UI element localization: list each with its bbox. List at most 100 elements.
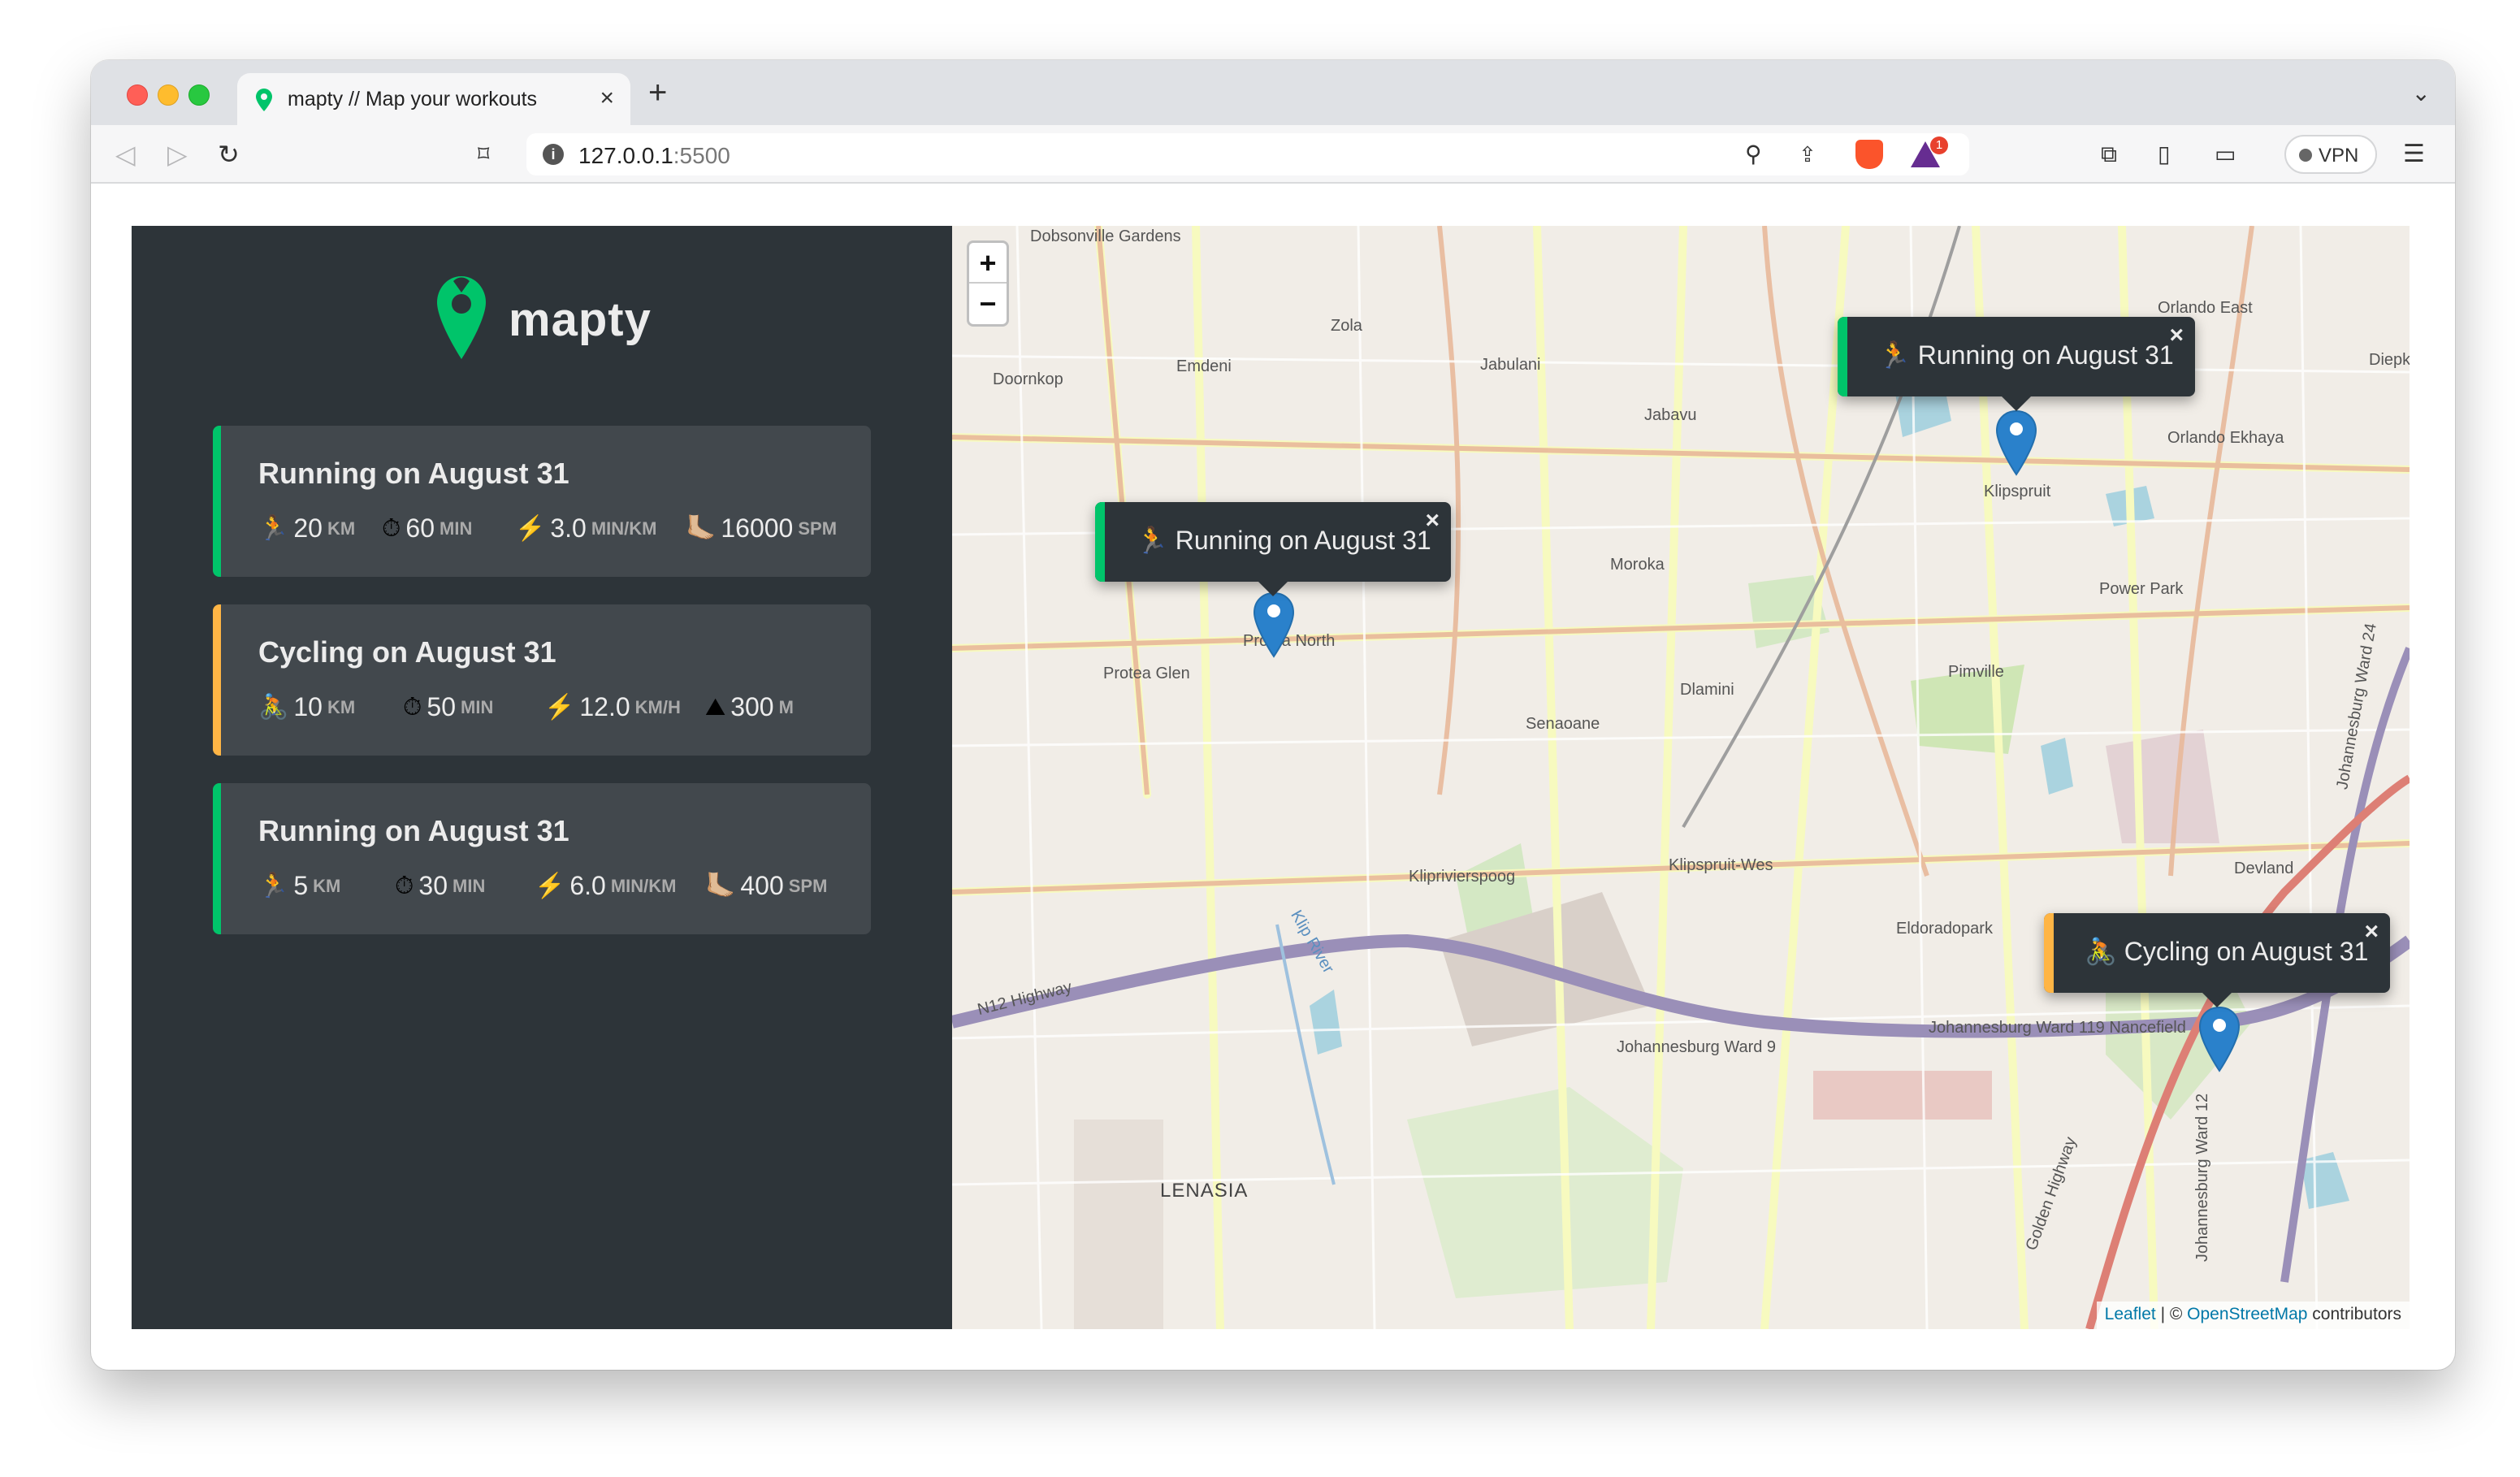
map-label: Jabavu [1644, 406, 1697, 424]
popup-text: 🚴 Cycling on August 31 [2085, 937, 2369, 966]
map-label: Johannesburg Ward 119 Nancefield [1929, 1019, 2186, 1037]
workout-popup-running[interactable]: 🏃 Running on August 31 × [1095, 502, 1451, 596]
popup-close-icon[interactable]: × [2169, 322, 2184, 349]
mountain-icon: ⛰ [705, 693, 726, 721]
reload-icon[interactable]: ↻ [218, 138, 240, 171]
workout-distance: 🏃 5 km [258, 871, 341, 900]
vpn-label: VPN [2319, 145, 2359, 167]
logo-text: mapty [509, 293, 652, 346]
url-text[interactable]: 127.0.0.1:5500 [578, 143, 730, 169]
map-label: Johannesburg Ward 9 [1617, 1038, 1777, 1056]
workout-title: Running on August 31 [258, 814, 569, 847]
map-label: Orlando Ekhaya [2167, 429, 2284, 447]
leaflet-link[interactable]: Leaflet [2105, 1305, 2156, 1323]
lightning-icon: ⚡️ [535, 873, 565, 899]
lightning-icon: ⚡️ [515, 515, 546, 542]
map[interactable]: Dobsonville Gardens Zola Emdeni Doornkop… [952, 226, 2410, 1329]
workout-type-stripe [213, 783, 221, 934]
workout-type-stripe [213, 426, 221, 577]
zoom-out-button[interactable]: − [969, 284, 1007, 324]
workout-type-stripe [213, 604, 221, 756]
workout-duration: ⏱ 50 min [403, 692, 494, 721]
openstreetmap-link[interactable]: OpenStreetMap [2187, 1305, 2307, 1323]
map-attribution: Leaflet | © OpenStreetMap contributors [2096, 1302, 2410, 1329]
stopwatch-icon: ⏱ [382, 514, 401, 542]
new-tab-button[interactable]: + [648, 75, 667, 110]
cyclist-icon: 🚴 [258, 694, 289, 721]
sidebar: mapty Running on August 31 🏃 20 km ⏱ 60 min … [132, 226, 952, 1329]
zoom-in-button[interactable]: + [969, 243, 1007, 284]
minimize-window-button[interactable] [158, 84, 179, 106]
workout-card-running[interactable]: Running on August 31 🏃 5 km ⏱ 30 min ⚡️ 6.0 mi… [213, 783, 871, 934]
map-label: Zola [1331, 317, 1362, 335]
alert-count-badge: 1 [1930, 136, 1948, 154]
bookmark-icon[interactable]: ⌑ [478, 138, 489, 171]
workout-pace: ⚡️ 6.0 min/km [535, 871, 677, 900]
mapty-logo: mapty [435, 275, 679, 364]
workout-card-running[interactable]: Running on August 31 🏃 20 km ⏱ 60 min ⚡️ 3.0 m… [213, 426, 871, 577]
popup-type-stripe [1095, 502, 1105, 582]
map-marker-icon[interactable] [1995, 409, 2037, 476]
workout-elevation: ⛰ 300 m [705, 692, 794, 721]
tab-mapty[interactable]: mapty // Map your workouts × [237, 73, 630, 125]
map-marker-icon[interactable] [1253, 591, 1295, 658]
brave-shield-icon[interactable] [1855, 140, 1883, 169]
close-window-button[interactable] [127, 84, 148, 106]
wallet-icon[interactable]: ▭ [2215, 138, 2236, 171]
map-label: Doornkop [993, 370, 1063, 388]
workout-popup-running[interactable]: 🏃 Running on August 31 × [1838, 317, 2195, 411]
popup-tip [1258, 582, 1288, 596]
tab-close-icon[interactable]: × [600, 84, 614, 112]
sidebar-toggle-icon[interactable]: ▯ [2158, 138, 2170, 171]
lightning-icon: ⚡️ [544, 694, 575, 721]
workout-cadence: 🦶🏼 400 spm [705, 871, 828, 900]
workout-popup-cycling[interactable]: 🚴 Cycling on August 31 × [2044, 913, 2390, 1007]
workout-card-cycling[interactable]: Cycling on August 31 🚴 10 km ⏱ 50 min ⚡️ 12.0… [213, 604, 871, 756]
address-bar[interactable]: i 127.0.0.1:5500 ⚲ ⇪ 1 [526, 133, 1969, 175]
location-pin-icon[interactable]: ⚲ [1745, 138, 1762, 171]
stopwatch-icon: ⏱ [395, 872, 414, 899]
map-label: Kliprivierspoog [1409, 868, 1516, 886]
workout-title: Cycling on August 31 [258, 635, 556, 669]
map-label: Senaoane [1526, 715, 1600, 733]
map-label: Jabulani [1480, 356, 1541, 374]
map-label: LENASIA [1160, 1180, 1249, 1202]
menu-hamburger-icon[interactable]: ☰ [2403, 138, 2425, 171]
popup-close-icon[interactable]: × [2364, 918, 2379, 946]
site-info-icon[interactable]: i [543, 144, 564, 165]
popup-tip [2202, 993, 2232, 1007]
runner-icon: 🏃 [258, 515, 289, 542]
workout-speed: ⚡️ 12.0 km/h [544, 692, 681, 721]
map-marker-icon[interactable] [2198, 1006, 2241, 1072]
maximize-window-button[interactable] [188, 84, 210, 106]
tab-list-chevron-icon[interactable]: ⌄ [2412, 80, 2431, 106]
workout-distance: 🚴 10 km [258, 692, 356, 721]
back-arrow-icon[interactable]: ◁ [115, 138, 136, 171]
popup-close-icon[interactable]: × [1425, 507, 1440, 535]
map-label: Devland [2234, 860, 2294, 877]
zoom-control: + − [967, 240, 1009, 327]
vpn-button[interactable]: VPN [2284, 135, 2377, 174]
map-label: Protea Glen [1103, 665, 1190, 682]
browser-toolbar: ◁ ▷ ↻ ⌑ i 127.0.0.1:5500 ⚲ ⇪ 1 ⧉ ▯ ▭ VPN… [91, 125, 2455, 184]
popup-tip [2002, 396, 2031, 411]
map-label: Diepk [2369, 351, 2410, 369]
workout-title: Running on August 31 [258, 457, 569, 490]
share-icon[interactable]: ⇪ [1799, 138, 1816, 171]
tab-strip: mapty // Map your workouts × + ⌄ [91, 60, 2455, 125]
extensions-icon[interactable]: ⧉ [2101, 138, 2117, 171]
map-label: Power Park [2099, 580, 2184, 598]
map-label: Dobsonville Gardens [1030, 227, 1181, 245]
foot-icon: 🦶🏼 [705, 873, 736, 899]
mapty-favicon-icon [256, 89, 272, 111]
map-label: Dlamini [1680, 681, 1734, 699]
popup-text: 🏃 Running on August 31 [1136, 526, 1431, 555]
stopwatch-icon: ⏱ [403, 693, 422, 721]
map-label: Eldoradopark [1896, 920, 1993, 938]
popup-text: 🏃 Running on August 31 [1878, 340, 2174, 370]
workout-duration: ⏱ 60 min [382, 513, 473, 543]
map-label: Pimville [1948, 663, 2004, 681]
popup-type-stripe [2044, 913, 2054, 993]
workout-pace: ⚡️ 3.0 min/km [515, 513, 657, 543]
forward-arrow-icon[interactable]: ▷ [167, 138, 188, 171]
